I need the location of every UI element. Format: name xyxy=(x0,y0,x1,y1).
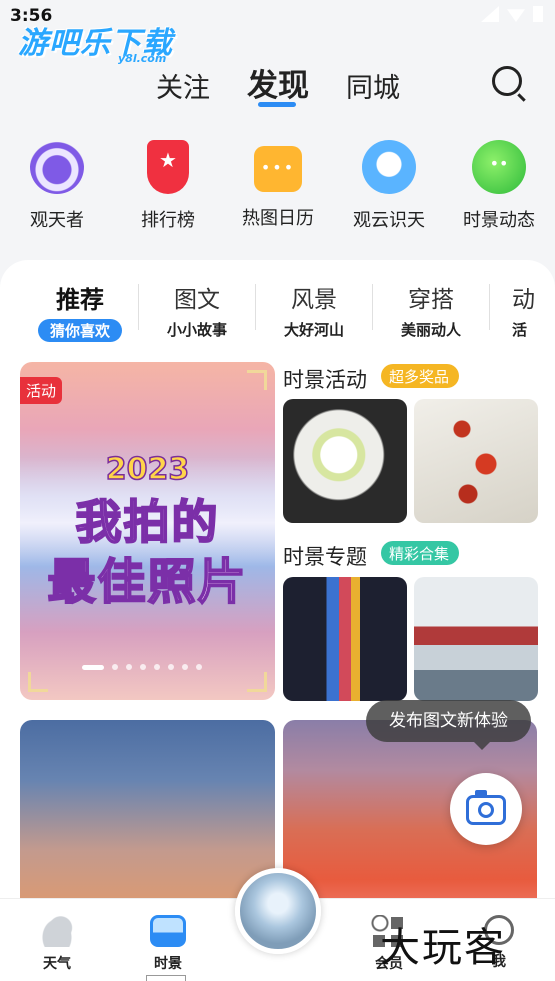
carousel-dot xyxy=(126,664,132,670)
quick-entry-label: 观云识天 xyxy=(353,210,425,231)
quick-entry-cloud-id[interactable]: 观云识天 xyxy=(334,140,444,232)
carousel-dots xyxy=(82,664,202,670)
category-sub: 猜你喜欢 xyxy=(37,319,122,342)
cloud-icon xyxy=(362,140,416,194)
signal-icon xyxy=(481,6,499,22)
camera-button[interactable] xyxy=(450,773,522,845)
category-scenery[interactable]: 风景 大好河山 xyxy=(256,280,372,341)
tab-discover[interactable]: 发现 xyxy=(247,60,309,105)
frame-corner xyxy=(247,370,267,390)
activity-section-title[interactable]: 时景活动 xyxy=(283,364,367,394)
eye-icon xyxy=(30,140,84,194)
activity-photo-kapok[interactable] xyxy=(414,399,538,523)
carousel-dot xyxy=(168,664,174,670)
frame-corner xyxy=(28,672,48,692)
cloud-icon xyxy=(39,915,75,947)
category-name: 图文 xyxy=(174,287,220,313)
nav-moments[interactable]: 时景 xyxy=(128,915,208,973)
category-outfit[interactable]: 穿搭 美丽动人 xyxy=(373,280,489,341)
category-sub: 美丽动人 xyxy=(400,321,461,339)
nav-label: 天气 xyxy=(43,956,71,972)
banner-year: 2023 xyxy=(105,451,190,488)
tab-local[interactable]: 同城 xyxy=(346,66,400,105)
carousel-dot-active xyxy=(82,664,104,670)
nav-weather[interactable]: 天气 xyxy=(17,915,97,973)
planet-icon xyxy=(472,140,526,194)
carousel-dot xyxy=(182,664,188,670)
trophy-icon xyxy=(147,140,189,194)
category-activity[interactable]: 动 活 xyxy=(490,280,555,341)
camera-icon xyxy=(466,790,506,825)
quick-entry-label: 观天者 xyxy=(30,210,84,231)
topic-photo-palace[interactable] xyxy=(414,577,538,701)
activity-badge: 活动 xyxy=(20,377,63,404)
category-name: 穿搭 xyxy=(408,287,454,313)
nav-active-marker xyxy=(146,975,186,981)
quick-entry-label: 时景动态 xyxy=(463,210,535,231)
feed-card-sky[interactable] xyxy=(20,720,275,920)
quick-entry-label: 排行榜 xyxy=(141,210,195,231)
category-graphic[interactable]: 图文 小小故事 xyxy=(139,280,255,341)
quick-entry-feed[interactable]: 时景动态 xyxy=(444,140,554,232)
carousel-dot xyxy=(196,664,202,670)
category-sub: 小小故事 xyxy=(166,321,227,339)
center-sky-button[interactable] xyxy=(235,868,321,954)
nav-label: 时景 xyxy=(154,956,182,972)
carousel-dot xyxy=(140,664,146,670)
category-name: 推荐 xyxy=(56,286,104,314)
banner-headline-2: 最佳照片 xyxy=(46,553,248,611)
status-icons xyxy=(481,6,543,22)
active-tab-indicator xyxy=(258,102,296,107)
publish-tooltip: 发布图文新体验 xyxy=(366,700,531,750)
topics-section-title[interactable]: 时景专题 xyxy=(283,541,367,571)
quick-entry-sky-watcher[interactable]: 观天者 xyxy=(2,140,112,232)
frame-corner xyxy=(247,672,267,692)
category-sub: 大好河山 xyxy=(283,321,344,339)
tab-follow[interactable]: 关注 xyxy=(156,66,210,105)
wifi-icon xyxy=(507,9,525,22)
activity-banner[interactable]: 活动 2023 我拍的 最佳照片 xyxy=(20,362,275,700)
battery-icon xyxy=(533,6,543,22)
top-tab-bar: 关注 发现 同城 xyxy=(0,58,555,110)
collection-pill: 精彩合集 xyxy=(381,541,460,565)
quick-entry-ranking[interactable]: 排行榜 xyxy=(113,140,223,232)
activity-photo-chrysanthemum[interactable] xyxy=(283,399,407,523)
category-name: 风景 xyxy=(291,287,337,313)
prize-pill: 超多奖品 xyxy=(381,364,460,388)
calendar-icon xyxy=(254,146,302,192)
carousel-dot xyxy=(112,664,118,670)
category-recommend[interactable]: 推荐 猜你喜欢 xyxy=(22,280,138,342)
carousel-dot xyxy=(154,664,160,670)
quick-entry-calendar[interactable]: 热图日历 xyxy=(223,140,333,230)
topic-photo-tower[interactable] xyxy=(283,577,407,701)
category-sub: 活 xyxy=(512,321,528,339)
category-name: 动 xyxy=(512,287,535,313)
quick-entry-label: 热图日历 xyxy=(242,208,314,229)
watermark-bottom: 大玩客 xyxy=(380,925,506,971)
search-icon[interactable] xyxy=(492,66,522,96)
photo-icon xyxy=(150,915,186,947)
